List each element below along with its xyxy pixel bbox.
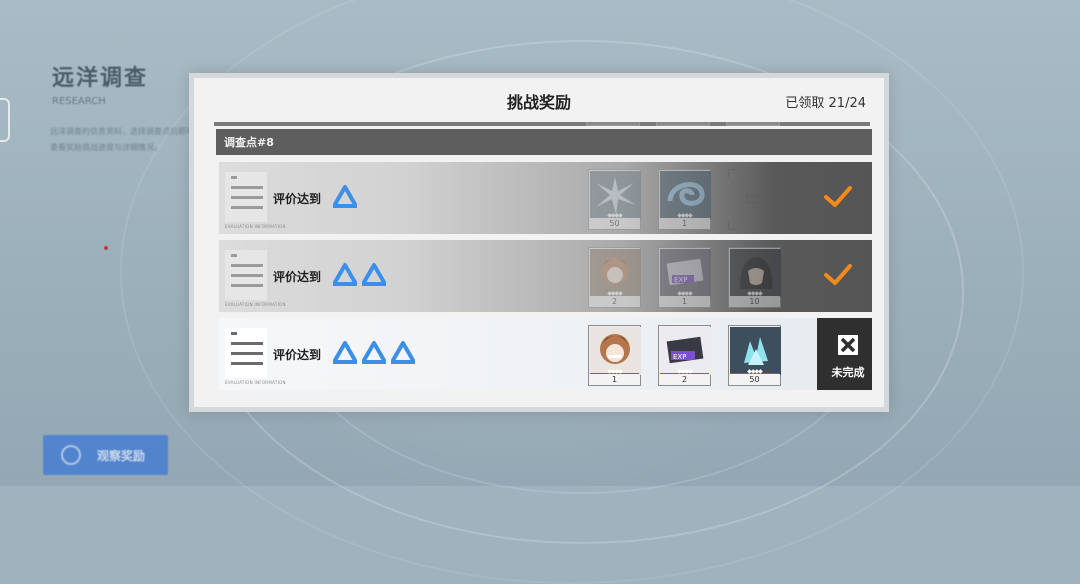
empty-reward-slot: [728, 169, 781, 230]
row-micro-text: EVALUATION INFORMATION: [225, 224, 286, 229]
reward-row: EVALUATION INFORMATION 评价达到 ◆◆◆◆ 1 EXP ◆…: [219, 318, 872, 390]
row-condition-label: 评价达到: [273, 348, 322, 362]
reward-quantity: 1: [659, 296, 710, 307]
reward-item[interactable]: ◆◆◆◆ 50: [588, 169, 641, 230]
reward-quantity: 2: [589, 296, 640, 307]
row-condition-label: 评价达到: [273, 270, 322, 284]
reward-quantity: 1: [589, 374, 640, 385]
info-list-icon: [225, 328, 267, 378]
rating-triangle-icon: [391, 341, 415, 364]
reward-items: ◆◆◆◆ 1 EXP ◆◆◆◆ 2 ◆◆◆◆ 50: [588, 325, 781, 386]
reward-item[interactable]: ◆◆◆◆ 1: [588, 325, 641, 386]
background-button: 观察奖励: [43, 435, 168, 475]
row-micro-text: EVALUATION INFORMATION: [225, 380, 286, 385]
reward-item[interactable]: ◆◆◆◆ 2: [588, 247, 641, 308]
reward-row: EVALUATION INFORMATION 评价达到 ◆◆◆◆ 2 EXP ◆…: [219, 240, 872, 312]
claimed-count: 已领取 21/24: [785, 96, 866, 111]
rating-triangles: [333, 185, 357, 209]
reward-quantity: 50: [589, 218, 640, 229]
reward-quantity: 2: [659, 374, 710, 385]
reward-item[interactable]: ◆◆◆◆ 1: [658, 169, 711, 230]
map-marker: [104, 246, 108, 250]
rating-triangles: [333, 341, 415, 365]
info-list-icon: [225, 250, 267, 300]
incomplete-status-button[interactable]: 未完成: [817, 318, 872, 390]
claimed-check-icon: [824, 186, 852, 207]
reward-quantity: 50: [729, 374, 780, 385]
challenge-rewards-dialog: 挑战奖励 已领取 21/24 调查点#8 EVALUATION INFORMAT…: [189, 73, 889, 412]
svg-text:EXP: EXP: [673, 353, 686, 361]
previous-row-edge: [214, 122, 870, 126]
rating-triangle-icon: [333, 341, 357, 364]
dialog-title: 挑战奖励: [506, 93, 571, 112]
dialog-header: 挑战奖励 已领取 21/24: [194, 78, 884, 124]
reward-quantity: 10: [729, 296, 780, 307]
reward-items: ◆◆◆◆ 2 EXP ◆◆◆◆ 1 ◆◆◆◆ 10: [588, 247, 781, 308]
reward-list[interactable]: 调查点#8 EVALUATION INFORMATION 评价达到 ◆◆◆◆ 5…: [214, 122, 872, 398]
background-edge-tab: [0, 98, 10, 142]
reward-item[interactable]: EXP ◆◆◆◆ 1: [658, 247, 711, 308]
info-list-icon: [225, 172, 267, 222]
rating-triangle-icon: [333, 185, 357, 208]
background-button-label: 观察奖励: [97, 448, 146, 463]
svg-text:EXP: EXP: [674, 276, 687, 284]
status-label: 未完成: [831, 366, 865, 379]
row-micro-text: EVALUATION INFORMATION: [225, 302, 286, 307]
background-subtitle: RESEARCH: [52, 96, 106, 107]
rating-triangle-icon: [333, 263, 357, 286]
claimed-check-icon: [824, 264, 852, 285]
reward-items: ◆◆◆◆ 50 ◆◆◆◆ 1: [588, 169, 781, 230]
section-label: 调查点#8: [224, 136, 274, 149]
close-icon: [838, 335, 858, 355]
eye-icon: [61, 445, 81, 465]
rating-triangle-icon: [362, 263, 386, 286]
section-header: 调查点#8: [216, 129, 872, 155]
rating-triangle-icon: [362, 341, 386, 364]
reward-row: EVALUATION INFORMATION 评价达到 ◆◆◆◆ 50 ◆◆◆◆…: [219, 162, 872, 234]
row-condition-label: 评价达到: [273, 192, 322, 206]
background-title: 远洋调查: [52, 66, 149, 91]
reward-quantity: 1: [659, 218, 710, 229]
reward-item[interactable]: ◆◆◆◆ 10: [728, 247, 781, 308]
background-description: 远洋调查的信息资料，选择调查点后即可查看奖励挑战进度与详细情况。: [50, 127, 194, 152]
rating-triangles: [333, 263, 386, 287]
reward-item[interactable]: ◆◆◆◆ 50: [728, 325, 781, 386]
reward-item[interactable]: EXP ◆◆◆◆ 2: [658, 325, 711, 386]
